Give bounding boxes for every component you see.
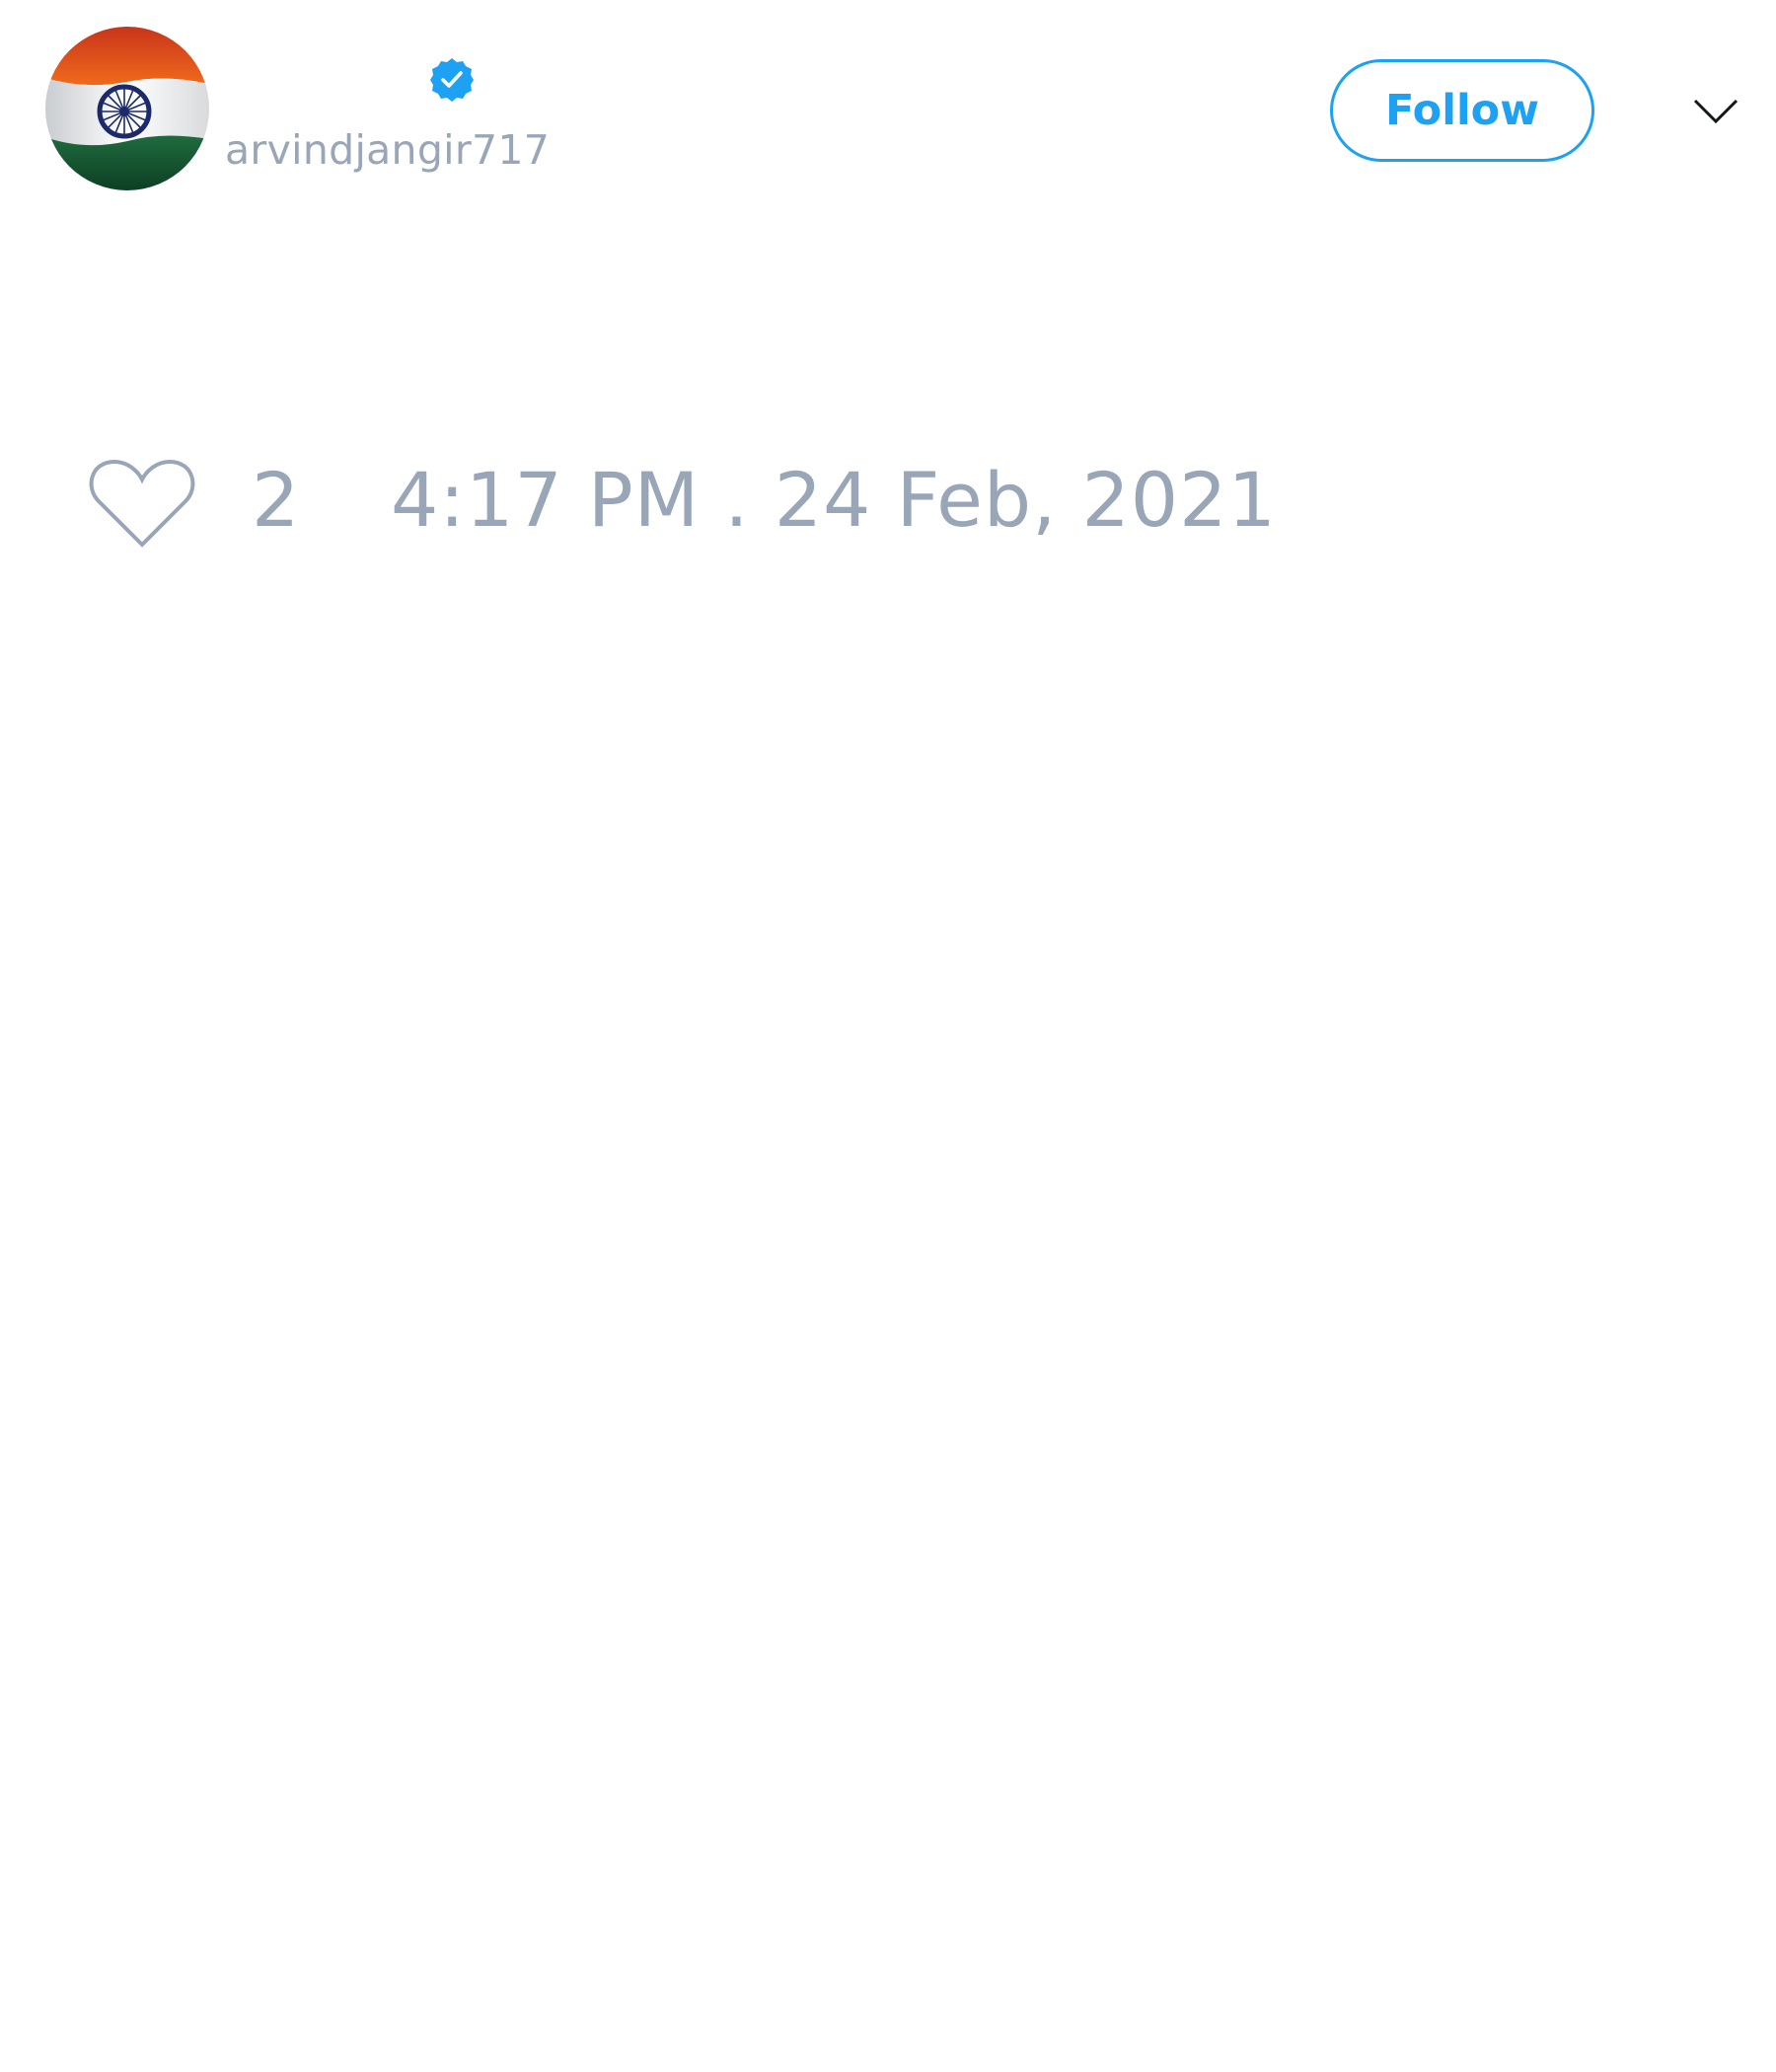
tweet-header: arvindjangir717 Follow: [0, 0, 1776, 227]
tweet-footer: 2 4:17 PM . 24 Feb, 2021: [0, 434, 1776, 553]
chevron-down-icon[interactable]: [1691, 91, 1740, 130]
tweet-timestamp[interactable]: 4:17 PM . 24 Feb, 2021: [391, 455, 1277, 545]
author-name-row: [225, 55, 476, 105]
author-handle[interactable]: arvindjangir717: [225, 126, 550, 174]
heart-outline-icon[interactable]: [87, 454, 197, 553]
follow-button[interactable]: Follow: [1330, 59, 1594, 162]
tweet-text: [45, 237, 1723, 385]
verified-badge-icon: [428, 56, 476, 104]
like-count[interactable]: 2: [252, 455, 299, 545]
author-avatar[interactable]: [45, 27, 209, 190]
tweet-card: arvindjangir717 Follow 2 4:17 PM . 24 Fe…: [0, 0, 1776, 2072]
india-flag-avatar-icon: [45, 27, 209, 190]
